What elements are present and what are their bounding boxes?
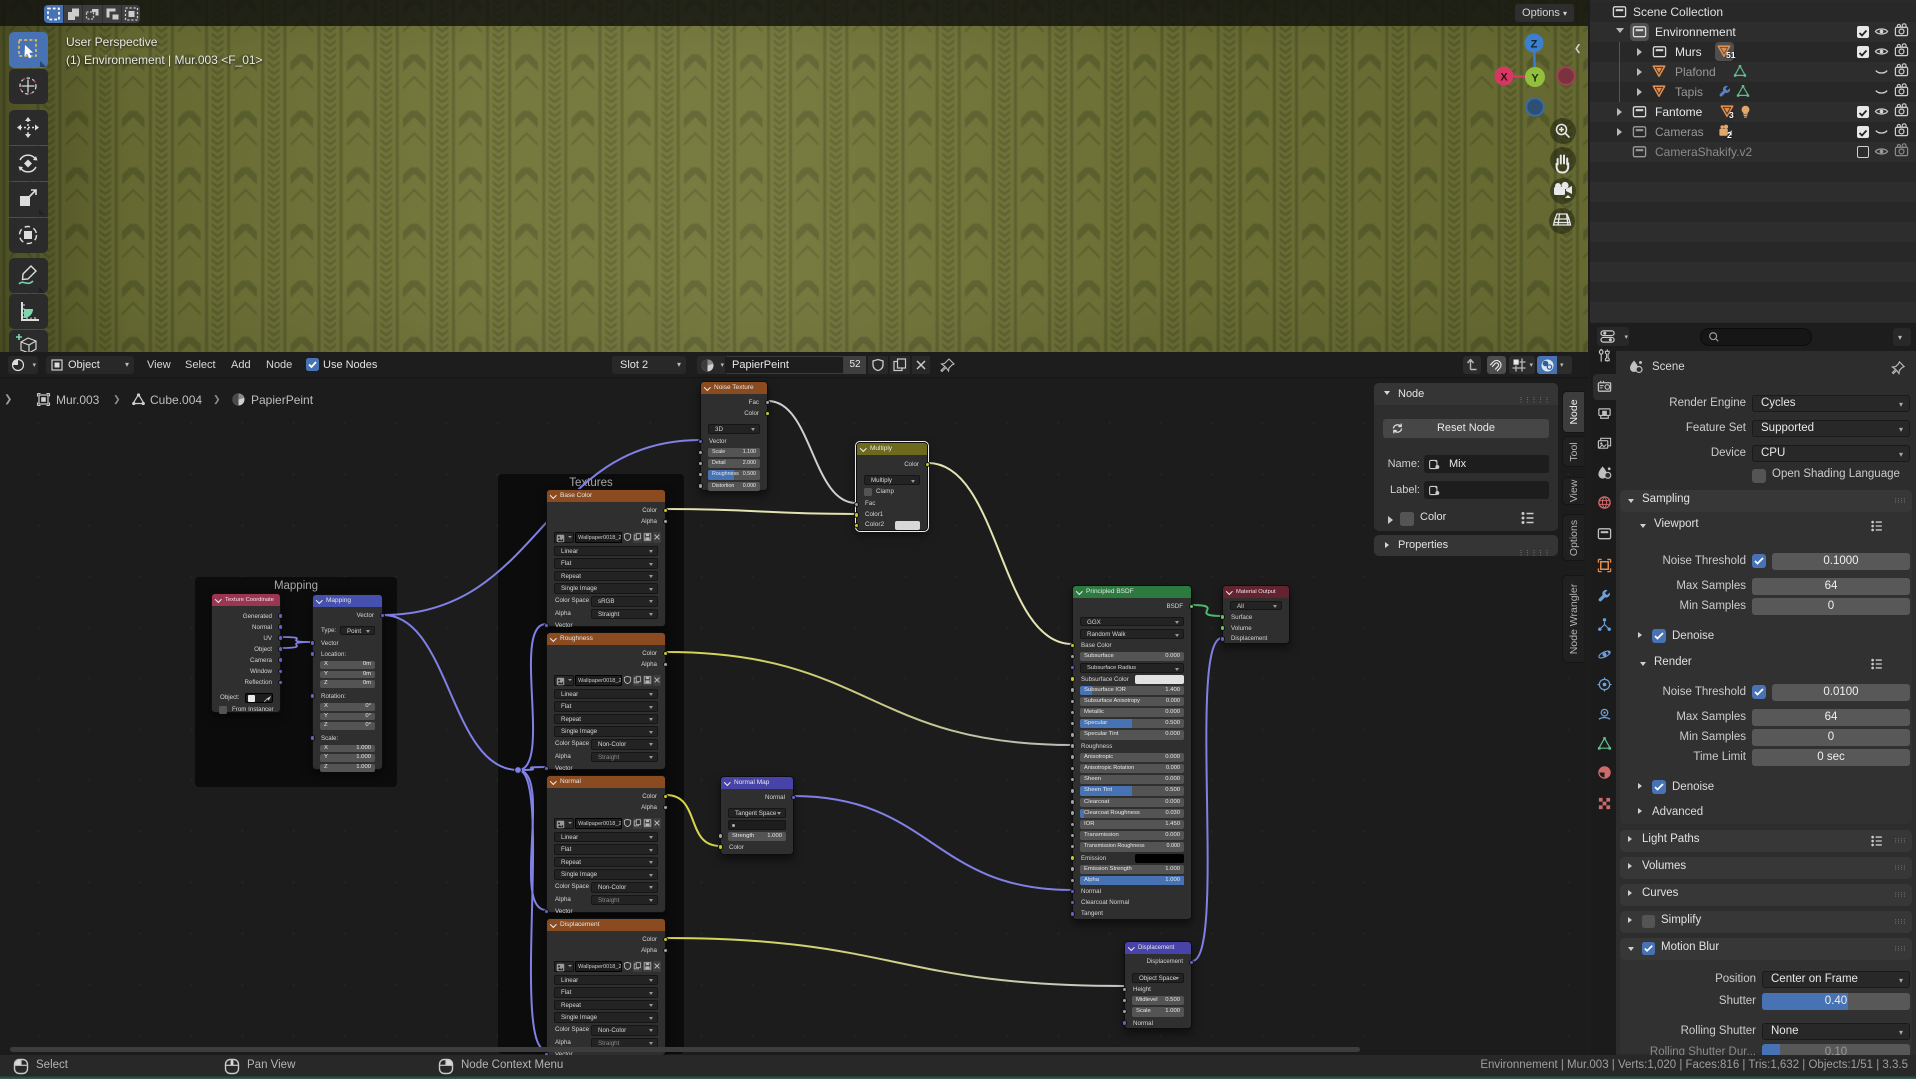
svg-text:Z: Z [1531,39,1538,51]
svg-text:X: X [1500,72,1508,84]
svg-text:Y: Y [1531,73,1539,85]
